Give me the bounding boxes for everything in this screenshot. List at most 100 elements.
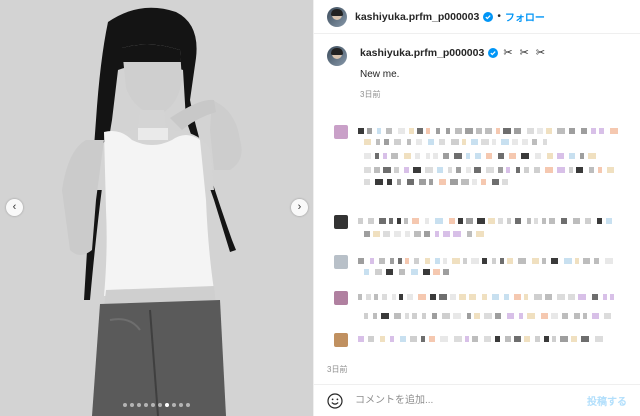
censored-comment-pixel bbox=[484, 336, 491, 342]
caption-emoji: ✂ ✂ ✂ bbox=[503, 47, 548, 59]
censored-comment-pixel bbox=[392, 294, 396, 300]
verified-badge-icon bbox=[488, 47, 499, 58]
censored-comment-pixel bbox=[370, 258, 374, 264]
censored-comment-pixel bbox=[405, 231, 410, 237]
censored-comment-pixel bbox=[557, 167, 565, 173]
censored-comment-pixel bbox=[454, 336, 462, 342]
censored-comment-pixel bbox=[606, 218, 612, 224]
censored-comment-pixel bbox=[502, 179, 508, 185]
censored-comment-pixel bbox=[405, 258, 409, 264]
censored-comment-pixel bbox=[498, 153, 504, 159]
post-caption: kashiyuka.prfm_p000003 ✂ ✂ ✂ New me. 3日前 bbox=[314, 34, 640, 100]
censored-comment-pixel bbox=[535, 336, 540, 342]
censored-comment-pixel bbox=[417, 128, 423, 134]
carousel-dot bbox=[165, 403, 169, 407]
censored-comment-pixel bbox=[384, 139, 389, 145]
censored-comment-pixel bbox=[414, 258, 419, 264]
post-timestamp[interactable]: 3日前 bbox=[327, 364, 347, 375]
censored-comment-pixel bbox=[375, 179, 383, 185]
emoji-icon[interactable] bbox=[327, 392, 343, 409]
censored-comment-pixel bbox=[421, 336, 425, 342]
carousel-dot bbox=[130, 403, 134, 407]
censored-comment-pixel bbox=[472, 336, 478, 342]
previous-slide-button[interactable]: ‹ bbox=[6, 199, 23, 216]
censored-comment-pixel bbox=[375, 153, 379, 159]
carousel-dot bbox=[144, 403, 148, 407]
censored-comment-pixel bbox=[569, 167, 573, 173]
censored-comment-pixel bbox=[367, 128, 372, 134]
censored-comment-pixel bbox=[605, 258, 613, 264]
censored-comment-pixel bbox=[475, 153, 481, 159]
censored-comment-pixel bbox=[368, 336, 374, 342]
censored-comment-pixel bbox=[432, 313, 437, 319]
censored-comment-pixel bbox=[474, 167, 481, 173]
censored-comment-pixel bbox=[521, 153, 529, 159]
censored-comment-pixel bbox=[358, 258, 364, 264]
censored-comment-pixel bbox=[451, 139, 459, 145]
caption-timestamp[interactable]: 3日前 bbox=[360, 89, 547, 100]
carousel-dot bbox=[158, 403, 162, 407]
censored-comment-pixel bbox=[437, 167, 443, 173]
comment-avatar[interactable] bbox=[334, 255, 348, 269]
censored-comment-pixel bbox=[482, 258, 487, 264]
censored-comment-pixel bbox=[400, 336, 406, 342]
censored-comment-pixel bbox=[610, 128, 618, 134]
censored-comment-pixel bbox=[387, 179, 392, 185]
censored-comment-pixel bbox=[552, 336, 556, 342]
censored-comment-pixel bbox=[426, 128, 430, 134]
censored-comment-pixel bbox=[481, 139, 489, 145]
carousel-dot bbox=[179, 403, 183, 407]
censored-comment-pixel bbox=[398, 258, 402, 264]
comment-avatar[interactable] bbox=[334, 333, 348, 347]
censored-comment-pixel bbox=[522, 139, 528, 145]
caption-avatar[interactable] bbox=[327, 46, 347, 66]
censored-comment-pixel bbox=[412, 313, 417, 319]
censored-comment-pixel bbox=[430, 294, 436, 300]
censored-comment-pixel bbox=[394, 231, 401, 237]
censored-comment-pixel bbox=[413, 167, 421, 173]
censored-comment-pixel bbox=[564, 258, 572, 264]
censored-comment-pixel bbox=[404, 153, 411, 159]
censored-comment-pixel bbox=[534, 167, 540, 173]
censored-comment-pixel bbox=[435, 258, 440, 264]
censored-comment-pixel bbox=[604, 313, 611, 319]
post-media[interactable]: ‹ › bbox=[0, 0, 313, 416]
censored-comment-pixel bbox=[474, 313, 480, 319]
censored-comment-pixel bbox=[386, 128, 392, 134]
follow-button[interactable]: フォロー bbox=[505, 9, 545, 24]
censored-comment-pixel bbox=[419, 179, 426, 185]
comment-avatar[interactable] bbox=[334, 215, 348, 229]
censored-comment-pixel bbox=[575, 258, 579, 264]
censored-comment-pixel bbox=[391, 153, 398, 159]
post-comment-button[interactable]: 投稿する bbox=[587, 393, 627, 408]
censored-comment-pixel bbox=[425, 167, 433, 173]
censored-comment-pixel bbox=[425, 218, 429, 224]
comments-list bbox=[314, 117, 640, 362]
censored-comment-pixel bbox=[433, 153, 438, 159]
post-header: kashiyuka.prfm_p000003 • フォロー bbox=[314, 0, 640, 34]
censored-comment-pixel bbox=[515, 218, 521, 224]
caption-username[interactable]: kashiyuka.prfm_p000003 bbox=[360, 47, 484, 59]
comment-avatar[interactable] bbox=[334, 125, 348, 139]
censored-comment-pixel bbox=[557, 294, 565, 300]
censored-comment-pixel bbox=[532, 139, 537, 145]
censored-comment-pixel bbox=[461, 179, 469, 185]
avatar[interactable] bbox=[327, 6, 347, 27]
censored-comment-pixel bbox=[535, 153, 541, 159]
censored-comment-pixel bbox=[574, 313, 580, 319]
censored-comment-pixel bbox=[594, 258, 599, 264]
censored-comment-pixel bbox=[505, 336, 511, 342]
censored-comment-pixel bbox=[416, 139, 422, 145]
comment-avatar[interactable] bbox=[334, 291, 348, 305]
censored-comment-pixel bbox=[450, 294, 456, 300]
post-details: kashiyuka.prfm_p000003 • フォロー kashiyuka.… bbox=[313, 0, 640, 416]
next-slide-button[interactable]: › bbox=[291, 199, 308, 216]
censored-comment-pixel bbox=[607, 167, 614, 173]
censored-comment-pixel bbox=[364, 179, 370, 185]
comment-input[interactable] bbox=[353, 394, 557, 407]
censored-comment-pixel bbox=[578, 294, 586, 300]
censored-comment-pixel bbox=[476, 231, 484, 237]
author-username[interactable]: kashiyuka.prfm_p000003 bbox=[355, 11, 479, 23]
censored-comment-pixel bbox=[472, 179, 477, 185]
censored-comment-pixel bbox=[580, 153, 584, 159]
